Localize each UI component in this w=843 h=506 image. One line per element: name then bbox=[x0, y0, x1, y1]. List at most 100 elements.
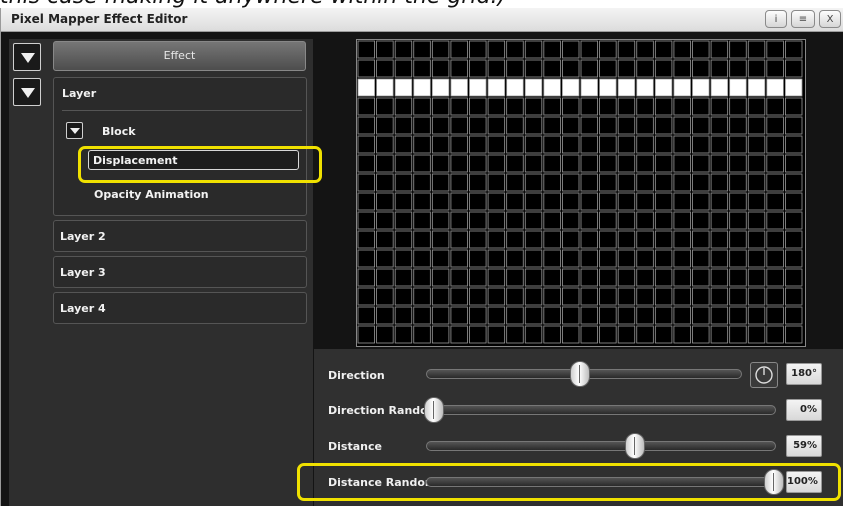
pixel-cell bbox=[617, 173, 636, 192]
layer-3-label: Layer 3 bbox=[60, 266, 106, 279]
collapse-effect-icon[interactable] bbox=[13, 43, 41, 71]
pixel-cell bbox=[673, 287, 691, 306]
lit-pixel-cell bbox=[562, 78, 580, 97]
pixel-cell bbox=[766, 40, 784, 59]
direction-compass-button[interactable] bbox=[750, 362, 778, 388]
pixel-cell bbox=[394, 135, 413, 154]
distance-slider-track[interactable] bbox=[426, 441, 776, 451]
pixel-cell bbox=[747, 325, 766, 344]
pixel-cell bbox=[599, 135, 617, 154]
pixel-cell bbox=[524, 116, 543, 135]
pixel-cell bbox=[357, 97, 375, 116]
distance-random-slider-track[interactable] bbox=[426, 477, 776, 487]
effect-button[interactable]: Effect bbox=[53, 41, 306, 71]
pixel-cell bbox=[654, 287, 673, 306]
pixel-cell bbox=[766, 97, 784, 116]
distance-slider-knob[interactable] bbox=[624, 433, 645, 459]
lit-pixel-cell bbox=[766, 78, 784, 97]
lit-pixel-cell bbox=[469, 78, 487, 97]
lit-pixel-cell bbox=[506, 78, 524, 97]
distance-random-value[interactable]: 100% bbox=[786, 471, 822, 493]
lit-pixel-cell bbox=[785, 78, 803, 97]
pixel-cell bbox=[450, 173, 468, 192]
pixel-cell bbox=[469, 268, 487, 287]
pixel-cell bbox=[413, 249, 431, 268]
distance-random-slider-knob[interactable] bbox=[764, 469, 784, 495]
pixel-cell bbox=[562, 211, 580, 230]
pixel-cell bbox=[636, 230, 654, 249]
direction-random-slider-knob[interactable] bbox=[424, 397, 444, 423]
layer-2-group[interactable]: Layer 2 bbox=[53, 220, 307, 252]
direction-random-slider-track[interactable] bbox=[426, 405, 776, 415]
pixel-cell bbox=[766, 230, 784, 249]
block-label[interactable]: Block bbox=[102, 125, 136, 138]
pixel-cell bbox=[580, 249, 598, 268]
pixel-cell bbox=[413, 135, 431, 154]
pixel-cell bbox=[617, 40, 636, 59]
pixel-cell bbox=[487, 135, 506, 154]
window-title: Pixel Mapper Effect Editor bbox=[11, 12, 188, 26]
direction-slider-knob[interactable] bbox=[570, 361, 591, 387]
pixel-cell bbox=[524, 40, 543, 59]
lit-pixel-cell bbox=[450, 78, 468, 97]
pixel-cell bbox=[729, 211, 747, 230]
pixel-cell bbox=[617, 268, 636, 287]
opacity-animation-item[interactable]: Opacity Animation bbox=[94, 188, 209, 201]
collapse-block-icon[interactable] bbox=[66, 122, 83, 139]
pixel-cell bbox=[729, 116, 747, 135]
pixel-grid-svg bbox=[357, 40, 803, 344]
pixel-cell bbox=[376, 59, 394, 78]
layer-4-group[interactable]: Layer 4 bbox=[53, 292, 307, 324]
pixel-cell bbox=[729, 40, 747, 59]
pixel-cell bbox=[562, 287, 580, 306]
pixel-cell bbox=[506, 268, 524, 287]
pixel-cell bbox=[580, 287, 598, 306]
pixel-cell bbox=[599, 40, 617, 59]
lit-pixel-cell bbox=[376, 78, 394, 97]
pixel-cell bbox=[431, 97, 450, 116]
pixel-cell bbox=[506, 40, 524, 59]
pixel-grid-preview bbox=[356, 39, 806, 347]
pixel-cell bbox=[692, 230, 710, 249]
pixel-cell bbox=[469, 97, 487, 116]
pixel-cell bbox=[729, 230, 747, 249]
pixel-cell bbox=[543, 97, 561, 116]
info-button[interactable]: i bbox=[765, 10, 787, 28]
pixel-cell bbox=[376, 268, 394, 287]
pixel-cell bbox=[524, 306, 543, 325]
pixel-cell bbox=[785, 211, 803, 230]
pixel-cell bbox=[729, 268, 747, 287]
pixel-cell bbox=[506, 230, 524, 249]
pixel-cell bbox=[562, 40, 580, 59]
pixel-cell bbox=[413, 306, 431, 325]
pixel-cell bbox=[450, 135, 468, 154]
effect-tree-panel: Effect Layer Block Displacement Opacity … bbox=[9, 39, 313, 506]
pixel-cell bbox=[785, 135, 803, 154]
pixel-cell bbox=[524, 97, 543, 116]
lit-pixel-cell bbox=[394, 78, 413, 97]
pixel-cell bbox=[376, 249, 394, 268]
pixel-cell bbox=[543, 192, 561, 211]
direction-random-value[interactable]: 0% bbox=[786, 399, 822, 421]
pixel-cell bbox=[431, 40, 450, 59]
pixel-cell bbox=[543, 135, 561, 154]
direction-value[interactable]: 180° bbox=[786, 363, 822, 385]
layer-1-label[interactable]: Layer bbox=[62, 87, 96, 100]
menu-icon[interactable]: ≡ bbox=[791, 10, 815, 28]
pixel-cell bbox=[599, 173, 617, 192]
pixel-cell bbox=[747, 268, 766, 287]
pixel-cell bbox=[636, 116, 654, 135]
pixel-cell bbox=[673, 230, 691, 249]
pixel-cell bbox=[450, 97, 468, 116]
pixel-cell bbox=[543, 268, 561, 287]
pixel-cell bbox=[524, 59, 543, 78]
pixel-cell bbox=[599, 97, 617, 116]
pixel-cell bbox=[376, 40, 394, 59]
collapse-layer-icon[interactable] bbox=[13, 78, 41, 106]
distance-value[interactable]: 59% bbox=[786, 435, 822, 457]
layer-3-group[interactable]: Layer 3 bbox=[53, 256, 307, 288]
pixel-cell bbox=[562, 154, 580, 173]
pixel-cell bbox=[506, 97, 524, 116]
close-button[interactable]: X bbox=[819, 10, 841, 28]
pixel-cell bbox=[785, 230, 803, 249]
